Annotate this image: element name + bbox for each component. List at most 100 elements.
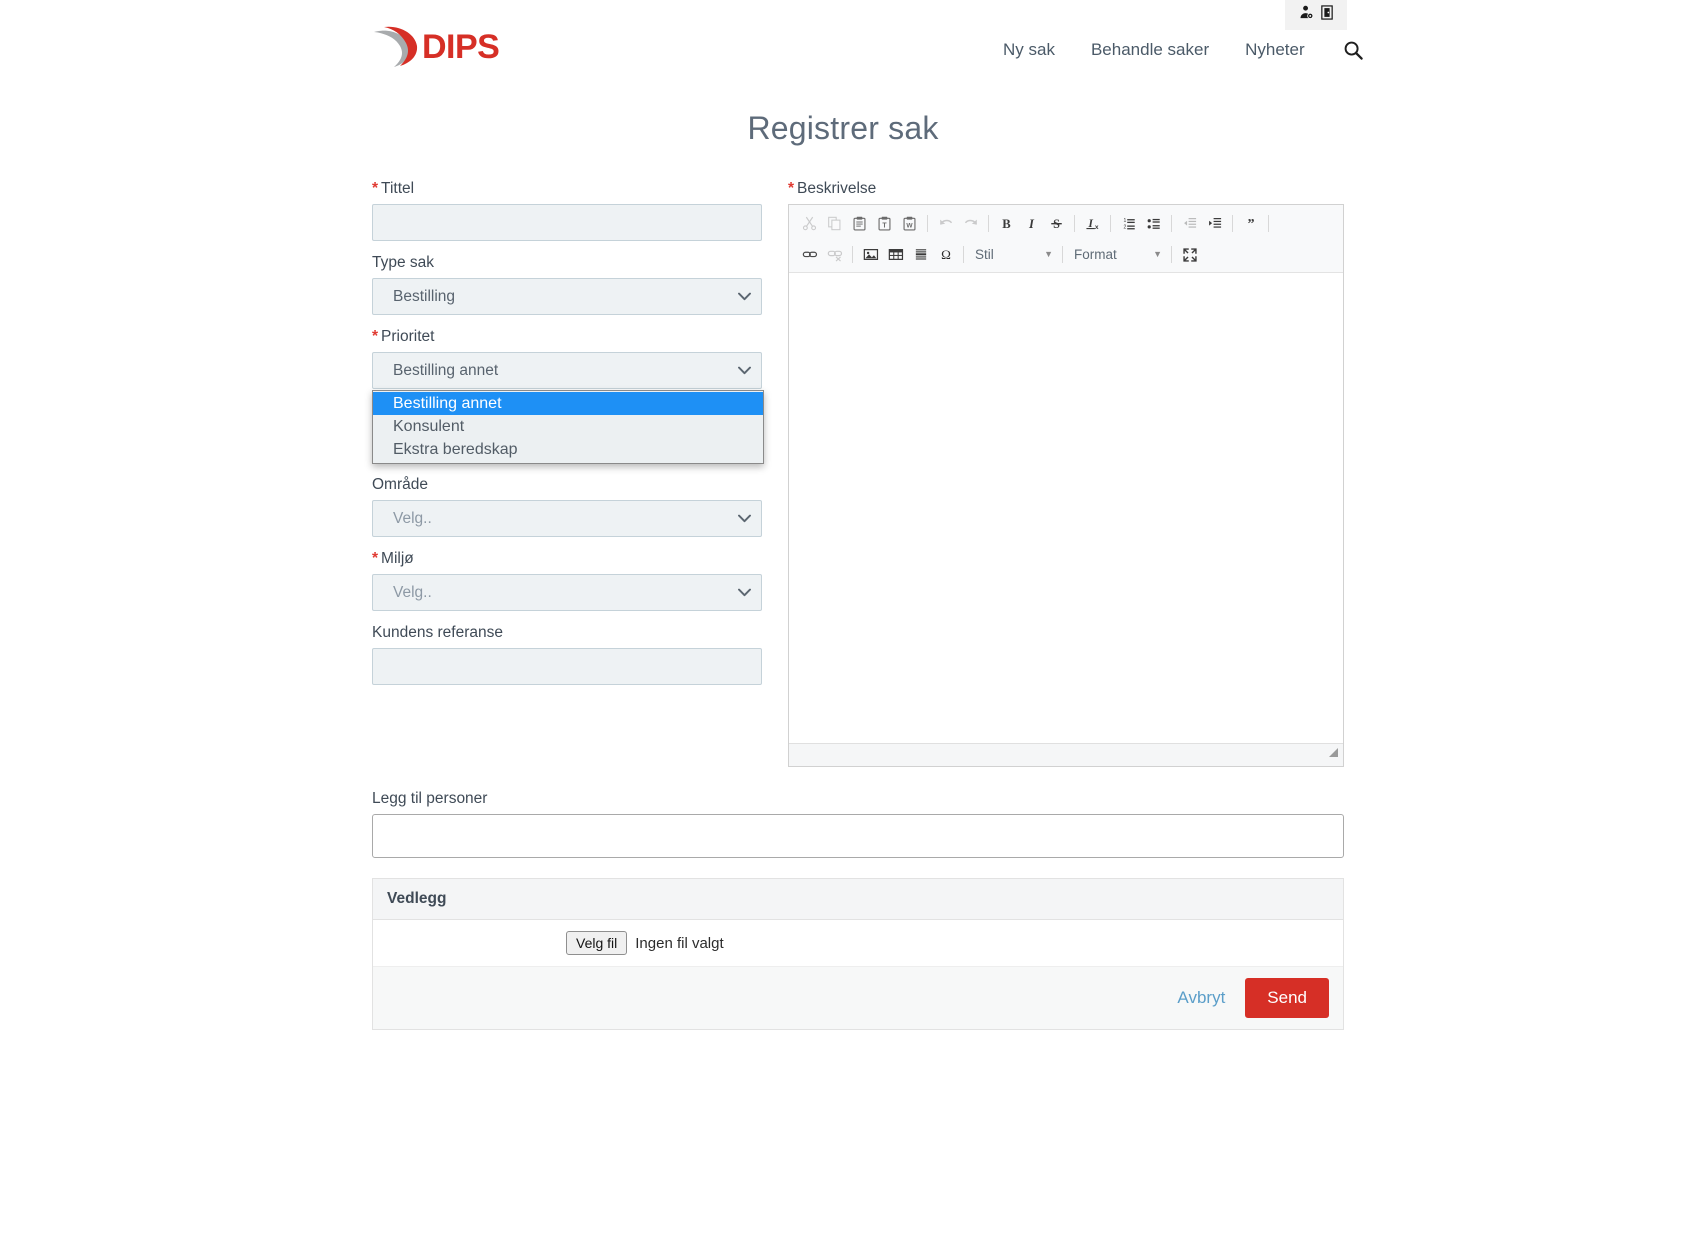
page-title: Registrer sak [747, 110, 939, 146]
logout-door-icon[interactable] [1320, 5, 1334, 25]
blockquote-icon[interactable]: ” [1238, 211, 1263, 236]
toolbar-separator [852, 246, 853, 263]
field-kundens-referanse: Kundens referanse [372, 622, 762, 685]
svg-text:DIPS: DIPS [422, 28, 499, 66]
format-dropdown-label: Format [1074, 247, 1117, 262]
unlink-icon[interactable] [822, 242, 847, 267]
form-right-column: * Beskrivelse T W B I S I x 1 2 ” Ω Stil… [788, 178, 1344, 767]
resize-grip-icon[interactable] [1326, 745, 1339, 763]
miljo-select-value[interactable]: Velg.. [372, 574, 762, 611]
label-miljo: * Miljø [372, 550, 414, 567]
editor-toolbar: T W B I S I x 1 2 ” Ω Stil ▼ Format ▼ [789, 205, 1343, 273]
copy-icon[interactable] [822, 211, 847, 236]
dips-logo[interactable]: DIPS [372, 22, 522, 70]
special-char-icon[interactable]: Ω [933, 242, 958, 267]
nav-item-ny-sak[interactable]: Ny sak [985, 38, 1073, 62]
chevron-down-icon: ▼ [1153, 249, 1162, 259]
italic-icon[interactable]: I [1019, 211, 1044, 236]
toolbar-separator [1062, 246, 1063, 263]
style-dropdown[interactable]: Stil ▼ [969, 244, 1057, 266]
toolbar-separator [927, 215, 928, 232]
main-navigation: Ny sak Behandle saker Nyheter [985, 38, 1364, 62]
toolbar-separator [1110, 215, 1111, 232]
required-marker: * [372, 180, 379, 197]
svg-text:I: I [1087, 217, 1093, 230]
send-button[interactable]: Send [1245, 978, 1329, 1018]
type-sak-select[interactable]: Bestilling [372, 278, 762, 315]
cut-icon[interactable] [797, 211, 822, 236]
beskrivelse-editable-area[interactable] [789, 273, 1343, 743]
toolbar-separator [1171, 246, 1172, 263]
prioritet-option-ekstra-beredskap[interactable]: Ekstra beredskap [373, 438, 763, 461]
paste-text-icon[interactable]: T [872, 211, 897, 236]
required-marker: * [372, 328, 379, 345]
toolbar-separator [988, 215, 989, 232]
remove-format-icon[interactable]: Ix [1080, 211, 1105, 236]
tittel-input[interactable] [372, 204, 762, 241]
prioritet-option-bestilling-annet[interactable]: Bestilling annet [373, 392, 763, 415]
prioritet-select-value[interactable]: Bestilling annet [372, 352, 762, 389]
redo-icon[interactable] [958, 211, 983, 236]
outdent-icon[interactable] [1177, 211, 1202, 236]
bulleted-list-icon[interactable] [1141, 211, 1166, 236]
toolbar-separator [1232, 215, 1233, 232]
field-legg-til-personer: Legg til personer [372, 790, 1344, 858]
link-icon[interactable] [797, 242, 822, 267]
svg-text:B: B [1002, 217, 1011, 231]
label-type-sak: Type sak [372, 254, 435, 271]
label-beskrivelse: * Beskrivelse [788, 180, 877, 197]
label-tittel: * Tittel [372, 180, 415, 197]
editor-footer [789, 743, 1343, 766]
label-omrade: Område [372, 476, 428, 493]
omrade-select-value[interactable]: Velg.. [372, 500, 762, 537]
chevron-down-icon: ▼ [1044, 249, 1053, 259]
form-actions: Avbryt Send [373, 967, 1343, 1029]
user-session-badge[interactable] [1285, 0, 1347, 30]
nav-item-nyheter[interactable]: Nyheter [1227, 38, 1323, 62]
kundens-referanse-input[interactable] [372, 648, 762, 685]
cancel-button[interactable]: Avbryt [1161, 980, 1241, 1016]
indent-icon[interactable] [1202, 211, 1227, 236]
prioritet-option-list[interactable]: Bestilling annet Konsulent Ekstra bereds… [372, 390, 764, 464]
paste-icon[interactable] [847, 211, 872, 236]
svg-text:W: W [906, 222, 913, 229]
svg-text:”: ” [1247, 216, 1254, 231]
prioritet-option-konsulent[interactable]: Konsulent [373, 415, 763, 438]
label-prioritet: * Prioritet [372, 328, 435, 345]
required-marker: * [788, 180, 795, 197]
search-icon[interactable] [1343, 40, 1364, 61]
field-tittel: * Tittel [372, 178, 762, 241]
omrade-select[interactable]: Velg.. [372, 500, 762, 537]
horizontal-rule-icon[interactable] [908, 242, 933, 267]
nav-item-behandle-saker[interactable]: Behandle saker [1073, 38, 1227, 62]
vedlegg-file-row: Velg fil Ingen fil valgt [373, 920, 1343, 967]
miljo-select[interactable]: Velg.. [372, 574, 762, 611]
style-dropdown-label: Stil [975, 247, 994, 262]
maximize-icon[interactable] [1177, 242, 1202, 267]
beskrivelse-rich-text-editor: T W B I S I x 1 2 ” Ω Stil ▼ Format ▼ [788, 204, 1344, 767]
velg-fil-button[interactable]: Velg fil [566, 931, 628, 955]
field-omrade: Område Velg.. [372, 474, 762, 537]
bold-icon[interactable]: B [994, 211, 1019, 236]
svg-text:Ω: Ω [941, 247, 951, 262]
legg-til-personer-input[interactable] [372, 814, 1344, 858]
strikethrough-icon[interactable]: S [1044, 211, 1069, 236]
image-icon[interactable] [858, 242, 883, 267]
paste-word-icon[interactable]: W [897, 211, 922, 236]
toolbar-separator [1171, 215, 1172, 232]
svg-text:x: x [1094, 224, 1098, 231]
numbered-list-icon[interactable]: 12 [1116, 211, 1141, 236]
form-left-column: * Tittel Type sak Bestilling * Prioritet B… [372, 178, 764, 696]
editor-toolbar-row-1: T W B I S I x 1 2 ” [797, 208, 1341, 239]
vedlegg-panel-title: Vedlegg [373, 879, 1343, 920]
table-icon[interactable] [883, 242, 908, 267]
user-icon[interactable] [1299, 5, 1314, 25]
site-header: DIPS Ny sak Behandle saker Nyheter [0, 0, 1686, 80]
format-dropdown[interactable]: Format ▼ [1068, 244, 1166, 266]
type-sak-select-value[interactable]: Bestilling [372, 278, 762, 315]
undo-icon[interactable] [933, 211, 958, 236]
prioritet-select[interactable]: Bestilling annet Bestilling annet Konsul… [372, 352, 764, 464]
toolbar-separator [1074, 215, 1075, 232]
editor-toolbar-row-2: Ω Stil ▼ Format ▼ [797, 239, 1341, 270]
vedlegg-panel: Vedlegg Velg fil Ingen fil valgt Avbryt … [372, 878, 1344, 1030]
